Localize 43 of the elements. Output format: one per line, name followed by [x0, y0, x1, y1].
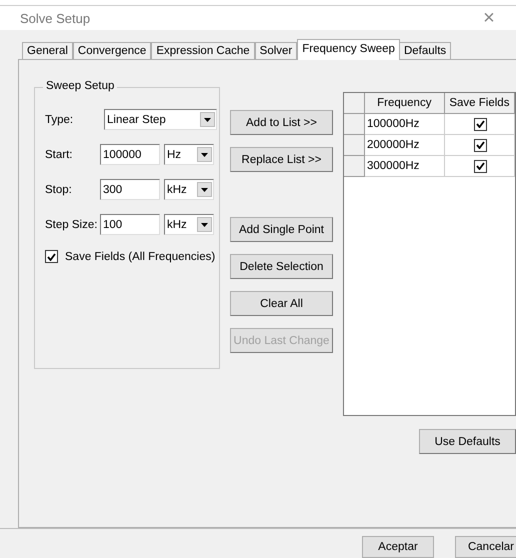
tab[interactable]: Expression Cache [151, 42, 255, 60]
action-button[interactable]: Clear All [230, 291, 333, 316]
table-cell: 100000Hz [365, 114, 445, 135]
checkbox[interactable] [474, 138, 487, 152]
type-dropdown[interactable]: Linear Step [104, 109, 217, 130]
field-label: Step Size: [45, 218, 98, 230]
table-cell: 200000Hz [365, 135, 445, 156]
use-defaults-button[interactable]: Use Defaults [419, 429, 516, 454]
field-label: Stop: [45, 184, 73, 196]
unit-dropdown[interactable]: kHz [164, 179, 214, 200]
tab[interactable]: Defaults [398, 42, 452, 60]
checkmark-icon [476, 141, 485, 149]
checkmark-icon [47, 252, 56, 260]
group-title: Sweep Setup [43, 80, 118, 92]
tab[interactable]: General [22, 42, 73, 60]
window-title: Solve Setup [20, 10, 90, 26]
action-button[interactable]: Replace List >> [230, 147, 333, 172]
header-corner [344, 93, 365, 114]
table-cell: 300000Hz [365, 156, 445, 177]
tab[interactable]: Solver [254, 42, 298, 60]
unit-dropdown[interactable]: kHz [164, 214, 214, 235]
checkmark-icon [476, 162, 485, 170]
checkbox-label: Save Fields (All Frequencies) [65, 250, 216, 262]
unit-dropdown[interactable]: Hz [164, 144, 214, 165]
action-button[interactable]: Add to List >> [230, 110, 333, 135]
action-button[interactable]: Delete Selection [230, 254, 333, 279]
close-button[interactable]: × [474, 6, 504, 30]
value-field[interactable]: 100 [100, 214, 160, 235]
checkbox[interactable] [474, 118, 487, 130]
action-button[interactable]: Add Single Point [230, 217, 333, 242]
checkbox[interactable] [474, 160, 487, 172]
column-header: Save Fields [444, 93, 515, 114]
tab[interactable]: Frequency Sweep [297, 39, 400, 60]
checkmark-icon [476, 120, 485, 128]
checkbox[interactable] [45, 250, 58, 263]
field-label: Start: [45, 148, 74, 160]
field-label: Type: [45, 114, 74, 126]
value-field[interactable]: 100000 [100, 144, 160, 165]
dialog-button[interactable]: Cancelar [455, 536, 516, 558]
dialog-button[interactable]: Aceptar [362, 536, 434, 558]
value-field[interactable]: 300 [100, 179, 160, 200]
tab[interactable]: Convergence [72, 42, 152, 60]
column-header: Frequency [364, 93, 445, 114]
